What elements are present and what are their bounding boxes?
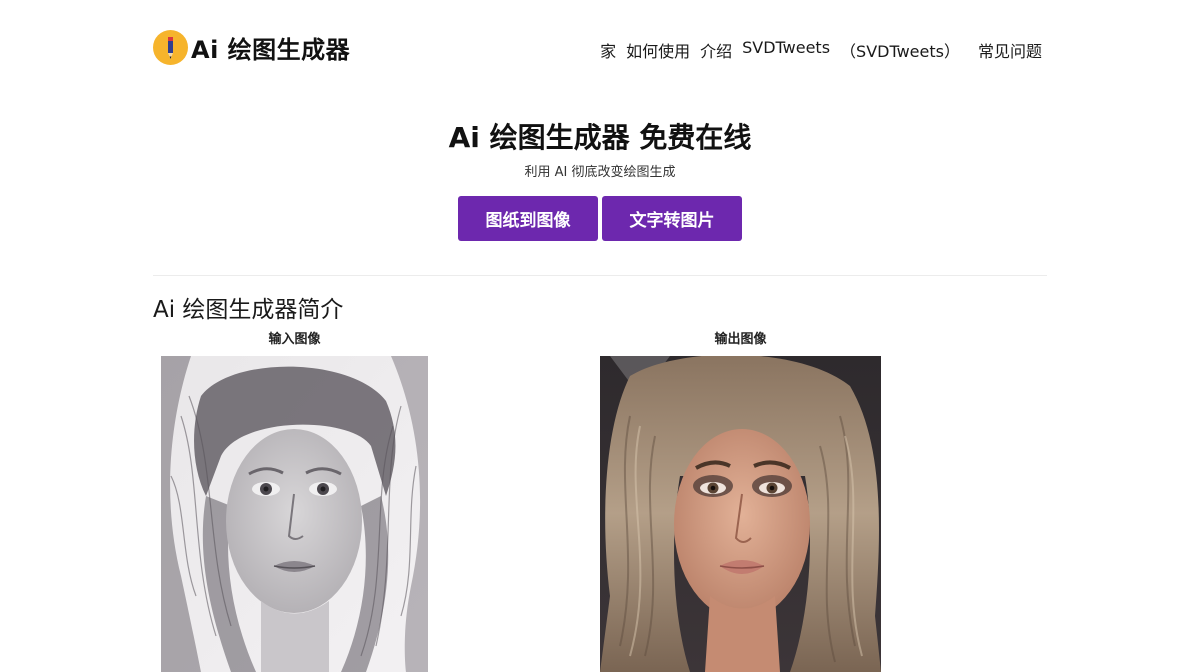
intro-title: Ai 绘图生成器简介 <box>153 297 344 323</box>
nav-svdtweets[interactable]: SVDTweets <box>742 38 830 62</box>
logo-text: Ai 绘图生成器 <box>191 36 351 64</box>
hero-subtitle: 利用 AI 彻底改变绘图生成 <box>524 165 676 180</box>
hero-buttons: 图纸到图像 文字转图片 <box>458 196 742 241</box>
logo[interactable]: Ai 绘图生成器 <box>153 30 350 65</box>
input-image-caption: 输入图像 <box>268 332 321 347</box>
nav-home[interactable]: 家 <box>600 38 616 62</box>
divider <box>153 275 1047 276</box>
text-to-image-button[interactable]: 文字转图片 <box>602 196 742 241</box>
pencil-icon <box>153 30 188 65</box>
nav-intro[interactable]: 介绍 <box>700 38 732 62</box>
page: Ai 绘图生成器 家 如何使用 介绍 SVDTweets （SVDTweets）… <box>0 0 1200 672</box>
nav-how-to-use[interactable]: 如何使用 <box>626 38 690 62</box>
output-image-caption: 输出图像 <box>714 332 767 347</box>
top-nav: 家 如何使用 介绍 SVDTweets （SVDTweets） 常见问题 <box>590 38 1042 62</box>
output-photo-image <box>600 356 881 672</box>
input-sketch-image <box>161 356 428 672</box>
nav-faq[interactable]: 常见问题 <box>978 38 1042 62</box>
sketch-to-image-button[interactable]: 图纸到图像 <box>458 196 598 241</box>
hero-title: Ai 绘图生成器 免费在线 <box>448 121 752 154</box>
nav-svdtweets-alt[interactable]: （SVDTweets） <box>840 38 960 62</box>
